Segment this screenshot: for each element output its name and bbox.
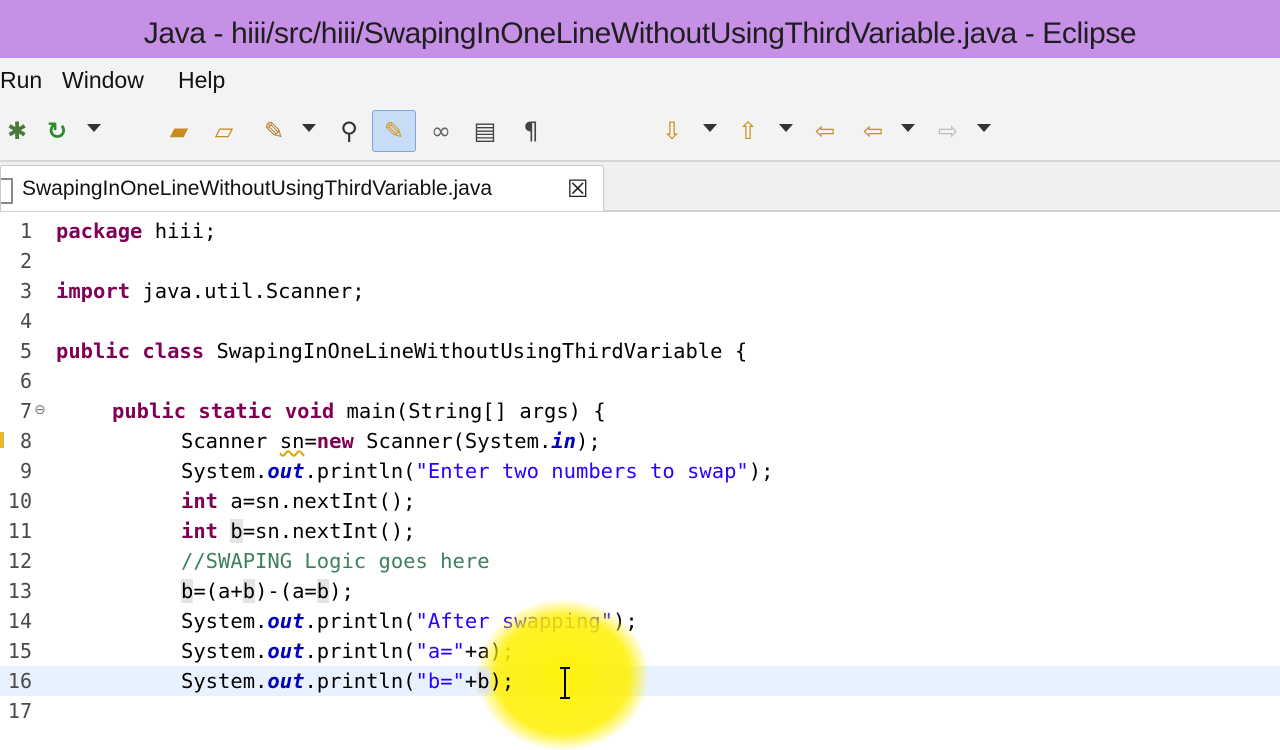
text-cursor-icon	[560, 667, 570, 699]
line-number: 13	[7, 579, 32, 603]
menu-run[interactable]: Run	[0, 67, 42, 94]
back-dropdown-icon[interactable]	[901, 124, 915, 132]
line-number: 5	[19, 339, 32, 363]
close-icon[interactable]: ☒	[567, 175, 589, 203]
line-number: 6	[19, 369, 32, 393]
mark-occurrences-icon[interactable]: ✎	[372, 110, 416, 152]
code-line: 14 System.out.println("After swapping");	[0, 606, 1280, 636]
wand-dropdown-icon[interactable]	[302, 124, 316, 132]
code-line-16-text: System.out.println("b="+b);	[181, 669, 515, 693]
line-number: 9	[19, 459, 32, 483]
editor-tab-label: SwapingInOneLineWithoutUsingThirdVariabl…	[22, 177, 493, 200]
open-folder-icon[interactable]: ▰	[162, 114, 196, 148]
prev-annotation-icon[interactable]: ⇧	[731, 114, 765, 148]
line-number: 14	[7, 609, 32, 633]
code-line: 6	[0, 366, 1280, 396]
code-line: 1 package hiii;	[0, 216, 1280, 246]
line-number: 4	[19, 309, 32, 333]
open-folder-icon[interactable]: ▱	[207, 114, 241, 148]
code-line: 9 System.out.println("Enter two numbers …	[0, 456, 1280, 486]
code-line: 3 import java.util.Scanner;	[0, 276, 1280, 306]
code-line: 13 b=(a+b)-(a=b);	[0, 576, 1280, 606]
menu-bar: Run Window Help	[0, 58, 1280, 102]
line-number: 3	[19, 279, 32, 303]
line-number: 17	[7, 699, 32, 723]
line-number: 11	[7, 519, 32, 543]
code-line: 2	[0, 246, 1280, 276]
window-title-bar: Java - hiii/src/hiii/SwapingInOneLineWit…	[0, 0, 1280, 58]
line-number: 8	[19, 429, 32, 453]
code-line: 4	[0, 306, 1280, 336]
run-dropdown-icon[interactable]	[87, 124, 101, 132]
line-number: 12	[7, 549, 32, 573]
back-icon[interactable]: ⇦	[856, 114, 890, 148]
wand-icon[interactable]: ✎	[257, 114, 291, 148]
show-whitespace-icon[interactable]: ¶	[514, 114, 548, 148]
window-title: Java - hiii/src/hiii/SwapingInOneLineWit…	[143, 17, 1137, 50]
code-line: 10 int a=sn.nextInt();	[0, 486, 1280, 516]
fold-collapse-icon[interactable]: ⊖	[34, 402, 46, 418]
line-number: 7	[19, 399, 32, 423]
last-edit-icon[interactable]: ⇦	[808, 114, 842, 148]
editor-tab[interactable]: SwapingInOneLineWithoutUsingThirdVariabl…	[0, 165, 604, 211]
code-line: 7 ⊖ public static void main(String[] arg…	[0, 396, 1280, 426]
prev-annotation-dropdown-icon[interactable]	[779, 124, 793, 132]
next-annotation-icon[interactable]: ⇩	[655, 114, 689, 148]
line-number: 1	[19, 219, 32, 243]
line-number: 10	[7, 489, 32, 513]
menu-help[interactable]: Help	[178, 67, 225, 94]
java-file-icon	[1, 178, 13, 204]
forward-dropdown-icon[interactable]	[977, 124, 991, 132]
line-number: 15	[7, 639, 32, 663]
next-annotation-dropdown-icon[interactable]	[703, 124, 717, 132]
menu-window[interactable]: Window	[62, 67, 144, 94]
line-number: 2	[19, 249, 32, 273]
forward-icon[interactable]: ⇨	[931, 114, 965, 148]
run-icon[interactable]: ↻	[40, 114, 74, 148]
code-line: 11 int b=sn.nextInt();	[0, 516, 1280, 546]
type-hierarchy-icon[interactable]: ⚲	[332, 114, 366, 148]
toggle-icon[interactable]: ∞	[424, 114, 458, 148]
code-line: 12 //SWAPING Logic goes here	[0, 546, 1280, 576]
block-selection-icon[interactable]: ▤	[468, 114, 502, 148]
code-line: 5 public class SwapingInOneLineWithoutUs…	[0, 336, 1280, 366]
code-line: 8 Scanner sn=new Scanner(System.in);	[0, 426, 1280, 456]
debug-icon[interactable]: ✱	[0, 114, 34, 148]
